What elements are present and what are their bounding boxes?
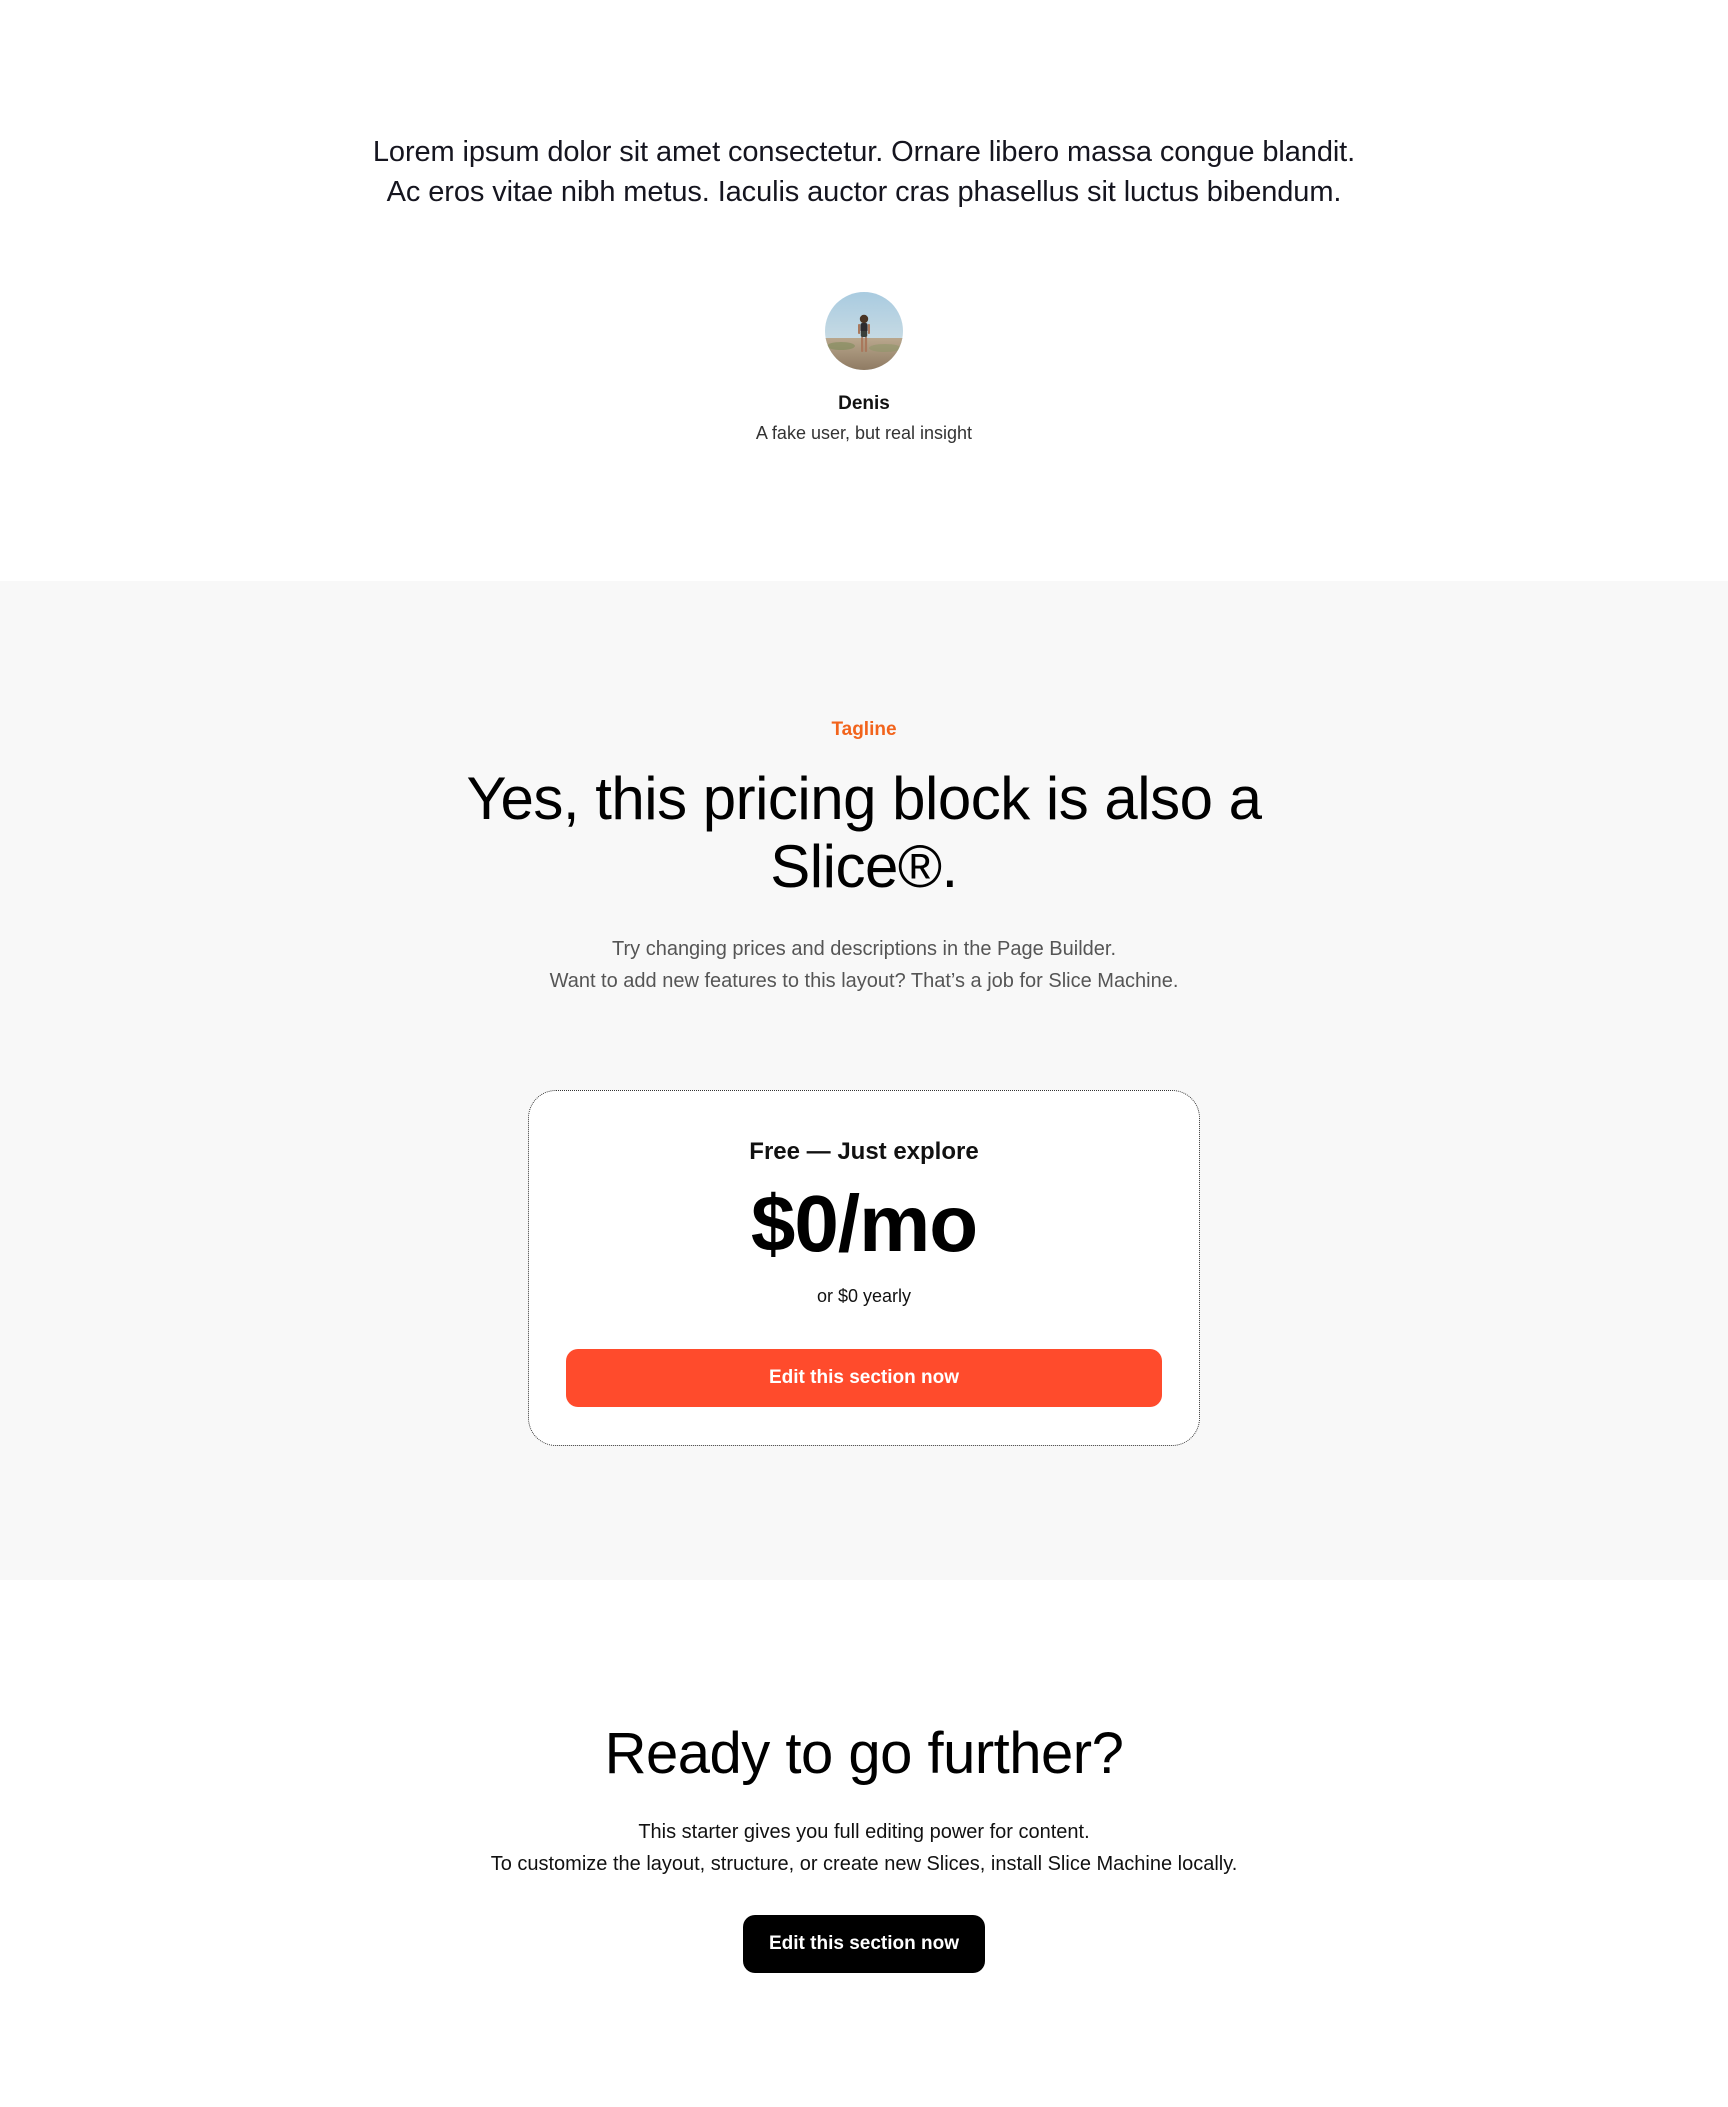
author-name: Denis xyxy=(838,393,890,414)
pricing-section: Tagline Yes, this pricing block is also … xyxy=(0,581,1728,1580)
plan-price: $0/mo xyxy=(750,1179,978,1268)
cta-section: Ready to go further? This starter gives … xyxy=(0,1580,1728,2107)
cta-title: Ready to go further? xyxy=(604,1721,1124,1786)
testimonial-quote: Lorem ipsum dolor sit amet consectetur. … xyxy=(372,136,1356,208)
pricing-subtitle-line2: Want to add new features to this layout?… xyxy=(549,970,1179,992)
avatar xyxy=(825,292,903,370)
cta-edit-section-button[interactable]: Edit this section now xyxy=(743,1915,985,1973)
plan-yearly-price: or $0 yearly xyxy=(816,1286,912,1306)
pricing-title-line1: Yes, this pricing block is also a xyxy=(466,765,1262,832)
author-role: A fake user, but real insight xyxy=(755,423,973,443)
plan-name: Free — Just explore xyxy=(749,1138,979,1165)
price-card: Free — Just explore $0/mo or $0 yearly E… xyxy=(528,1090,1200,1446)
pricing-title-line2: Slice®. xyxy=(770,833,958,900)
pricing-title: Yes, this pricing block is also a Slice®… xyxy=(414,765,1314,901)
pricing-subtitle-line1: Try changing prices and descriptions in … xyxy=(612,938,1116,960)
testimonial-section: Lorem ipsum dolor sit amet consectetur. … xyxy=(0,0,1728,581)
cta-text: This starter gives you full editing powe… xyxy=(314,1816,1414,1880)
cta-text-line1: This starter gives you full editing powe… xyxy=(638,1821,1090,1843)
edit-section-button[interactable]: Edit this section now xyxy=(566,1349,1162,1407)
pricing-subtitle: Try changing prices and descriptions in … xyxy=(364,933,1364,997)
cta-text-line2: To customize the layout, structure, or c… xyxy=(490,1853,1238,1875)
avatar-photo-icon xyxy=(825,292,903,370)
tagline: Tagline xyxy=(831,719,897,740)
